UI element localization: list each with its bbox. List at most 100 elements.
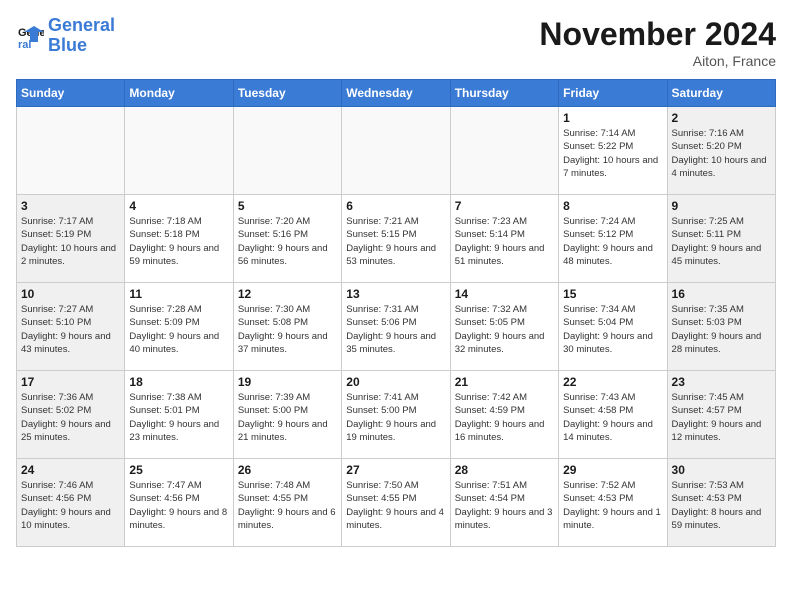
page-header: Gene ral General Blue November 2024 Aito…: [16, 16, 776, 69]
calendar-cell: 23Sunrise: 7:45 AM Sunset: 4:57 PM Dayli…: [667, 371, 775, 459]
calendar-table: SundayMondayTuesdayWednesdayThursdayFrid…: [16, 79, 776, 547]
calendar-cell: 10 Sunrise: 7:27 AM Sunset: 5:10 PM Dayli…: [17, 283, 125, 371]
calendar-cell: 13 Sunrise: 7:31 AM Sunset: 5:06 PM Dayli…: [342, 283, 450, 371]
day-number: 12: [238, 287, 337, 301]
day-number: 14: [455, 287, 554, 301]
day-number: 8: [563, 199, 662, 213]
day-info: Sunrise: 7:53 AM Sunset: 4:53 PM Dayligh…: [672, 479, 771, 532]
svg-text:ral: ral: [18, 39, 31, 50]
day-info: Sunrise: 7:18 AM Sunset: 5:18 PM Dayligh…: [129, 215, 228, 268]
day-info: Sunrise: 7:25 AM Sunset: 5:11 PM Dayligh…: [672, 215, 771, 268]
day-number: 22: [563, 375, 662, 389]
calendar-cell: 22 Sunrise: 7:43 AM Sunset: 4:58 PM Dayli…: [559, 371, 667, 459]
calendar-cell: 30 Sunrise: 7:53 AM Sunset: 4:53 PM Dayli…: [667, 459, 775, 547]
day-number: 13: [346, 287, 445, 301]
day-number: 15: [563, 287, 662, 301]
day-number: 28: [455, 463, 554, 477]
day-number: 1: [563, 111, 662, 125]
calendar-cell: 18Sunrise: 7:38 AM Sunset: 5:01 PM Dayli…: [125, 371, 233, 459]
month-title: November 2024: [539, 16, 776, 53]
logo-text-line2: Blue: [48, 36, 115, 56]
day-number: 3: [21, 199, 120, 213]
day-info: Sunrise: 7:36 AM Sunset: 5:02 PM Dayligh…: [21, 391, 120, 444]
day-info: Sunrise: 7:51 AM Sunset: 4:54 PM Dayligh…: [455, 479, 554, 532]
day-number: 20: [346, 375, 445, 389]
day-info: Sunrise: 7:35 AM Sunset: 5:03 PM Dayligh…: [672, 303, 771, 356]
weekday-header-monday: Monday: [125, 80, 233, 107]
day-info: Sunrise: 7:38 AM Sunset: 5:01 PM Dayligh…: [129, 391, 228, 444]
calendar-cell: 26Sunrise: 7:48 AM Sunset: 4:55 PM Dayli…: [233, 459, 341, 547]
day-number: 29: [563, 463, 662, 477]
day-info: Sunrise: 7:47 AM Sunset: 4:56 PM Dayligh…: [129, 479, 228, 532]
calendar-cell: 4 Sunrise: 7:18 AM Sunset: 5:18 PM Daylig…: [125, 195, 233, 283]
calendar-cell: [233, 107, 341, 195]
weekday-header-sunday: Sunday: [17, 80, 125, 107]
day-info: Sunrise: 7:46 AM Sunset: 4:56 PM Dayligh…: [21, 479, 120, 532]
calendar-cell: 21Sunrise: 7:42 AM Sunset: 4:59 PM Dayli…: [450, 371, 558, 459]
calendar-cell: 16Sunrise: 7:35 AM Sunset: 5:03 PM Dayli…: [667, 283, 775, 371]
week-row-4: 17 Sunrise: 7:36 AM Sunset: 5:02 PM Dayli…: [17, 371, 776, 459]
calendar-cell: 20 Sunrise: 7:41 AM Sunset: 5:00 PM Dayli…: [342, 371, 450, 459]
day-number: 21: [455, 375, 554, 389]
week-row-1: 1 Sunrise: 7:14 AM Sunset: 5:22 PM Daylig…: [17, 107, 776, 195]
week-row-2: 3 Sunrise: 7:17 AM Sunset: 5:19 PM Daylig…: [17, 195, 776, 283]
logo-icon: Gene ral: [16, 22, 44, 50]
day-info: Sunrise: 7:52 AM Sunset: 4:53 PM Dayligh…: [563, 479, 662, 532]
location: Aiton, France: [539, 53, 776, 69]
day-info: Sunrise: 7:30 AM Sunset: 5:08 PM Dayligh…: [238, 303, 337, 356]
calendar-cell: 1 Sunrise: 7:14 AM Sunset: 5:22 PM Daylig…: [559, 107, 667, 195]
weekday-header-friday: Friday: [559, 80, 667, 107]
day-info: Sunrise: 7:21 AM Sunset: 5:15 PM Dayligh…: [346, 215, 445, 268]
day-number: 17: [21, 375, 120, 389]
day-number: 2: [672, 111, 771, 125]
day-info: Sunrise: 7:14 AM Sunset: 5:22 PM Dayligh…: [563, 127, 662, 180]
calendar-cell: 6 Sunrise: 7:21 AM Sunset: 5:15 PM Daylig…: [342, 195, 450, 283]
calendar-cell: 19 Sunrise: 7:39 AM Sunset: 5:00 PM Dayli…: [233, 371, 341, 459]
day-number: 4: [129, 199, 228, 213]
title-block: November 2024 Aiton, France: [539, 16, 776, 69]
logo: Gene ral General Blue: [16, 16, 115, 56]
day-info: Sunrise: 7:17 AM Sunset: 5:19 PM Dayligh…: [21, 215, 120, 268]
calendar-cell: 29 Sunrise: 7:52 AM Sunset: 4:53 PM Dayli…: [559, 459, 667, 547]
calendar-cell: 5 Sunrise: 7:20 AM Sunset: 5:16 PM Daylig…: [233, 195, 341, 283]
day-info: Sunrise: 7:20 AM Sunset: 5:16 PM Dayligh…: [238, 215, 337, 268]
day-info: Sunrise: 7:48 AM Sunset: 4:55 PM Dayligh…: [238, 479, 337, 532]
calendar-cell: 8Sunrise: 7:24 AM Sunset: 5:12 PM Daylig…: [559, 195, 667, 283]
day-info: Sunrise: 7:39 AM Sunset: 5:00 PM Dayligh…: [238, 391, 337, 444]
weekday-header-thursday: Thursday: [450, 80, 558, 107]
calendar-cell: 15Sunrise: 7:34 AM Sunset: 5:04 PM Dayli…: [559, 283, 667, 371]
day-number: 11: [129, 287, 228, 301]
calendar-cell: 25 Sunrise: 7:47 AM Sunset: 4:56 PM Dayli…: [125, 459, 233, 547]
day-number: 5: [238, 199, 337, 213]
logo-text-line1: General: [48, 16, 115, 36]
day-number: 10: [21, 287, 120, 301]
calendar-cell: 27 Sunrise: 7:50 AM Sunset: 4:55 PM Dayli…: [342, 459, 450, 547]
calendar-cell: 3 Sunrise: 7:17 AM Sunset: 5:19 PM Daylig…: [17, 195, 125, 283]
calendar-cell: 2Sunrise: 7:16 AM Sunset: 5:20 PM Daylig…: [667, 107, 775, 195]
calendar-cell: [450, 107, 558, 195]
calendar-cell: 12 Sunrise: 7:30 AM Sunset: 5:08 PM Dayli…: [233, 283, 341, 371]
calendar-cell: [125, 107, 233, 195]
day-number: 6: [346, 199, 445, 213]
calendar-cell: 9Sunrise: 7:25 AM Sunset: 5:11 PM Daylig…: [667, 195, 775, 283]
day-info: Sunrise: 7:28 AM Sunset: 5:09 PM Dayligh…: [129, 303, 228, 356]
calendar-cell: 11 Sunrise: 7:28 AM Sunset: 5:09 PM Dayli…: [125, 283, 233, 371]
day-info: Sunrise: 7:27 AM Sunset: 5:10 PM Dayligh…: [21, 303, 120, 356]
calendar-cell: [342, 107, 450, 195]
day-number: 27: [346, 463, 445, 477]
calendar-cell: [17, 107, 125, 195]
day-info: Sunrise: 7:43 AM Sunset: 4:58 PM Dayligh…: [563, 391, 662, 444]
day-info: Sunrise: 7:32 AM Sunset: 5:05 PM Dayligh…: [455, 303, 554, 356]
week-row-3: 10 Sunrise: 7:27 AM Sunset: 5:10 PM Dayli…: [17, 283, 776, 371]
day-number: 25: [129, 463, 228, 477]
day-info: Sunrise: 7:50 AM Sunset: 4:55 PM Dayligh…: [346, 479, 445, 532]
day-info: Sunrise: 7:23 AM Sunset: 5:14 PM Dayligh…: [455, 215, 554, 268]
day-number: 30: [672, 463, 771, 477]
calendar-cell: 24Sunrise: 7:46 AM Sunset: 4:56 PM Dayli…: [17, 459, 125, 547]
day-info: Sunrise: 7:41 AM Sunset: 5:00 PM Dayligh…: [346, 391, 445, 444]
week-row-5: 24Sunrise: 7:46 AM Sunset: 4:56 PM Dayli…: [17, 459, 776, 547]
day-number: 19: [238, 375, 337, 389]
day-info: Sunrise: 7:31 AM Sunset: 5:06 PM Dayligh…: [346, 303, 445, 356]
day-info: Sunrise: 7:45 AM Sunset: 4:57 PM Dayligh…: [672, 391, 771, 444]
calendar-cell: 7Sunrise: 7:23 AM Sunset: 5:14 PM Daylig…: [450, 195, 558, 283]
